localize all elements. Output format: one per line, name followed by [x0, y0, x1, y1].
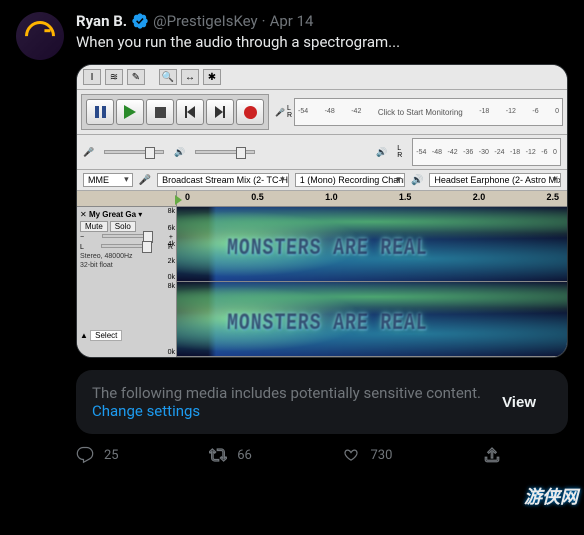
retweet-button[interactable]: 66: [209, 446, 252, 464]
spectrogram-hidden-text: MONSTERS ARE REAL: [226, 236, 428, 262]
recording-meter: 🎤 LR -54 -48 -42 Click to Start Monitori…: [275, 98, 563, 126]
track-name: My Great Ga: [89, 210, 136, 219]
play-volume-slider: [195, 150, 255, 154]
verified-badge-icon: [131, 12, 149, 30]
mic-icon: 🎤: [275, 108, 285, 117]
sensitive-message: The following media includes potentially…: [92, 384, 481, 402]
sensitive-content-card: The following media includes potentially…: [76, 370, 568, 434]
timeshift-tool-icon: ↔: [181, 69, 199, 85]
db-tick: -54: [416, 149, 426, 156]
input-device-dropdown: Broadcast Stream Mix (2- TC-Hel: [157, 173, 289, 187]
speaker-icon: 🔊: [174, 147, 185, 158]
channels-dropdown: 1 (Mono) Recording Chann: [295, 173, 405, 187]
track-area: ✕ My Great Ga ▾ Mute Solo −+ LR Stereo, …: [77, 207, 567, 357]
user-handle[interactable]: @PrestigeIsKey: [153, 12, 258, 30]
db-tick: -24: [494, 149, 504, 156]
watermark: 游侠网: [524, 483, 578, 509]
audio-host-dropdown: MME: [83, 173, 133, 187]
db-tick: -18: [479, 108, 489, 117]
media-attachment[interactable]: I ≋ ✎ 🔍 ↔ ✱: [76, 64, 568, 358]
db-tick: -6: [541, 149, 547, 156]
db-tick: -18: [510, 149, 520, 156]
spectrogram-hidden-text: MONSTERS ARE REAL: [226, 311, 428, 337]
db-tick: 0: [555, 108, 559, 117]
audacity-tool-row: I ≋ ✎ 🔍 ↔ ✱: [77, 65, 567, 90]
tweet-actions: 25 66 730: [76, 446, 501, 464]
like-count: 730: [370, 448, 392, 463]
rec-volume-slider: [104, 150, 164, 154]
tweet-container: Ryan B. @PrestigeIsKey · Apr 14 When you…: [0, 0, 584, 476]
db-tick: -48: [325, 108, 335, 117]
mute-button: Mute: [80, 221, 108, 232]
pause-button: [86, 99, 114, 125]
ruler-tick: 0.5: [251, 192, 264, 205]
db-tick: -42: [351, 108, 361, 117]
heart-icon: [342, 446, 360, 464]
device-row: MME 🎤 Broadcast Stream Mix (2- TC-Hel 1 …: [77, 170, 567, 191]
db-tick: -54: [298, 108, 308, 117]
slider-row: 🎤 🔊 🔊 LR -54 -48 -42 -36 -30: [77, 135, 567, 170]
freq-scale: 8k6k4k2k0k: [155, 207, 175, 282]
user-row: Ryan B. @PrestigeIsKey · Apr 14: [76, 12, 313, 30]
tweet-text: When you run the audio through a spectro…: [76, 32, 568, 52]
retweet-count: 66: [237, 448, 252, 463]
time-ruler: 0 0.5 1.0 1.5 2.0 2.5: [77, 191, 567, 207]
ruler-tick: 2.5: [546, 192, 559, 205]
monitor-hint: Click to Start Monitoring: [378, 108, 463, 117]
ruler-tick: 2.0: [473, 192, 486, 205]
speaker-icon: 🔊: [411, 175, 423, 186]
like-button[interactable]: 730: [342, 446, 392, 464]
reply-count: 25: [104, 448, 119, 463]
select-button: Select: [90, 330, 122, 341]
transport-controls: [81, 94, 269, 130]
db-tick: 0: [553, 149, 557, 156]
ruler-tick: 1.0: [325, 192, 338, 205]
zoom-tool-icon: 🔍: [159, 69, 177, 85]
db-tick: -36: [463, 149, 473, 156]
tweet-date[interactable]: Apr 14: [270, 12, 314, 30]
playhead-marker-icon: [175, 195, 182, 205]
solo-button: Solo: [110, 221, 136, 232]
mic-icon: 🎤: [139, 175, 151, 186]
ruler-tick: 1.5: [399, 192, 412, 205]
skip-end-button: [206, 99, 234, 125]
share-button[interactable]: [483, 446, 501, 464]
dot-separator: ·: [262, 12, 266, 30]
freq-scale: 8k0k: [155, 282, 175, 357]
reply-icon: [76, 446, 94, 464]
skip-start-button: [176, 99, 204, 125]
ruler-tick: 0: [185, 192, 190, 205]
play-button: [116, 99, 144, 125]
speaker-icon: 🔊: [376, 147, 387, 158]
draw-tool-icon: ✎: [127, 69, 145, 85]
display-name[interactable]: Ryan B.: [76, 12, 127, 30]
record-button: [236, 99, 264, 125]
retweet-icon: [209, 446, 227, 464]
output-device-dropdown: Headset Earphone (2- Astro MixA: [429, 173, 561, 187]
db-tick: -12: [526, 149, 536, 156]
db-tick: -48: [432, 149, 442, 156]
audacity-screenshot: I ≋ ✎ 🔍 ↔ ✱: [77, 65, 567, 357]
db-tick: -6: [532, 108, 538, 117]
envelope-tool-icon: ≋: [105, 69, 123, 85]
change-settings-link[interactable]: Change settings: [92, 402, 481, 420]
reply-button[interactable]: 25: [76, 446, 119, 464]
view-button[interactable]: View: [486, 386, 552, 419]
mic-icon: 🎤: [83, 147, 94, 158]
db-tick: -30: [479, 149, 489, 156]
selection-tool-icon: I: [83, 69, 101, 85]
avatar[interactable]: [16, 12, 64, 60]
spectrogram-channel-right: MONSTERS ARE REAL: [177, 282, 567, 357]
share-icon: [483, 446, 501, 464]
db-tick: -12: [506, 108, 516, 117]
spectrogram-channel-left: MONSTERS ARE REAL: [177, 207, 567, 282]
db-tick: -42: [448, 149, 458, 156]
stop-button: [146, 99, 174, 125]
multi-tool-icon: ✱: [203, 69, 221, 85]
